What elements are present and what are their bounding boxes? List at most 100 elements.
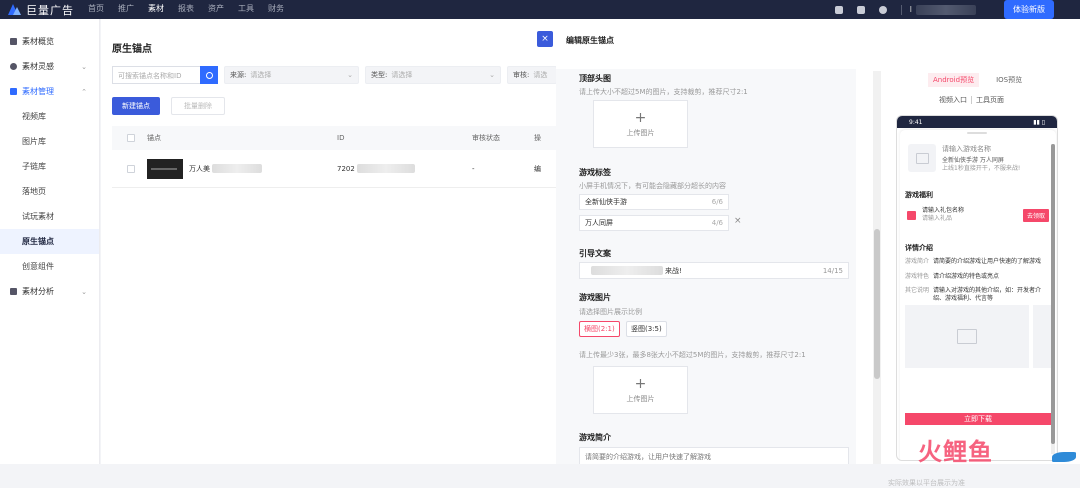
anchor-name[interactable]: 万人美	[189, 164, 210, 174]
top-image-upload[interactable]: + 上传图片	[593, 100, 688, 148]
sidebar-item-video-library[interactable]: 视频库	[0, 104, 99, 129]
filter-bar: 可搜索锚点名称和ID 来源: 请选择 ⌄ 类型: 请选择 ⌄ 审核: 请选	[112, 66, 557, 84]
nav-home[interactable]: 首页	[88, 0, 104, 21]
search-input[interactable]: 可搜索锚点名称和ID	[112, 66, 200, 84]
gift-name: 请输入礼包名称	[922, 207, 965, 214]
detail-key: 其它说明	[905, 287, 930, 294]
sidebar-item-label: 素材概览	[22, 37, 54, 46]
preview-tabs: Android预览 IOS预览	[928, 73, 1039, 87]
game-images-upload[interactable]: + 上传图片	[593, 366, 688, 414]
guide-text-input[interactable]: 来战! 14/15	[579, 262, 849, 279]
tab-android-preview[interactable]: Android预览	[928, 73, 980, 87]
brand-logo[interactable]: 巨量广告	[8, 2, 74, 18]
sidebar-item-label: 素材分析	[22, 287, 54, 296]
char-count: 6/6	[711, 198, 723, 206]
char-count: 14/15	[822, 266, 843, 275]
guide-text-title: 引导文案	[579, 249, 611, 258]
topbar-actions: I 体验新版	[834, 0, 1080, 19]
game-tags-hint: 小屏手机情况下，有可能会隐藏部分超长的内容	[579, 182, 726, 190]
sidebar-item-creative-component[interactable]: 创意组件	[0, 254, 99, 279]
table-header: 锚点 ID 审核状态 操	[112, 126, 556, 150]
edit-action[interactable]: 编	[534, 164, 554, 174]
select-label: 来源:	[230, 71, 247, 79]
batch-delete-button[interactable]: 批量删除	[171, 97, 225, 115]
sidebar: 素材概览 素材灵感 ⌄ 素材管理 ⌃ 视频库 图片库 子链库 落地页 试玩素材 …	[0, 19, 100, 464]
sidebar-item-native-anchor[interactable]: 原生锚点	[0, 229, 99, 254]
sidebar-item-landing-page[interactable]: 落地页	[0, 179, 99, 204]
sidebar-item-playable[interactable]: 试玩素材	[0, 204, 99, 229]
claim-gift-button[interactable]: 去领取	[1022, 208, 1049, 222]
scrollbar-thumb[interactable]	[874, 229, 880, 379]
tag-value: 万人同屏	[585, 219, 613, 227]
sidebar-item-overview[interactable]: 素材概览	[0, 29, 99, 54]
tag-input-2[interactable]: 万人同屏 4/6	[579, 215, 729, 231]
layers-icon	[10, 88, 17, 95]
detail-key: 游戏简介	[905, 258, 930, 265]
detail-key: 游戏特色	[905, 273, 930, 280]
download-button[interactable]: 立即下载	[905, 413, 1051, 425]
table-row[interactable]: 万人美 7202 - 编	[112, 150, 556, 188]
remove-tag-icon[interactable]: ×	[734, 216, 742, 226]
col-id: ID	[337, 134, 345, 142]
sidebar-item-inspiration[interactable]: 素材灵感 ⌄	[0, 54, 99, 79]
plus-icon: +	[634, 109, 647, 126]
sheet-scrollbar[interactable]	[1051, 144, 1055, 454]
user-account-name[interactable]	[916, 4, 976, 15]
user-initial[interactable]: I	[910, 5, 912, 14]
nav-promote[interactable]: 推广	[118, 0, 134, 21]
row-checkbox[interactable]	[127, 164, 135, 173]
nav-finance[interactable]: 财务	[268, 0, 284, 21]
ratio-portrait-option[interactable]: 竖图(3:5)	[626, 321, 667, 337]
type-select[interactable]: 类型: 请选择 ⌄	[365, 66, 501, 84]
drawer-title: 编辑原生锚点	[566, 36, 614, 45]
source-select[interactable]: 来源: 请选择 ⌄	[224, 66, 359, 84]
tag-value: 全新仙侠手游	[585, 198, 627, 206]
help-icon[interactable]	[878, 5, 887, 14]
form-scrollbar[interactable]	[873, 71, 881, 464]
select-placeholder: 请选择	[250, 71, 272, 79]
nav-reports[interactable]: 报表	[178, 0, 194, 21]
chevron-down-icon: ⌄	[81, 62, 87, 71]
nav-materials[interactable]: 素材	[148, 0, 164, 21]
tag-input-1[interactable]: 全新仙侠手游 6/6	[579, 194, 729, 210]
status-time: 9:41	[909, 118, 923, 126]
nav-assets[interactable]: 资产	[208, 0, 224, 21]
review-select[interactable]: 审核: 请选	[507, 66, 557, 84]
tool-page-link[interactable]: 工具页面	[976, 95, 1004, 105]
col-actions: 操	[534, 134, 541, 142]
image-placeholder-next	[1033, 305, 1051, 368]
sidebar-item-material-manage[interactable]: 素材管理 ⌃	[0, 79, 99, 104]
anchor-id-redacted	[356, 164, 415, 173]
anchor-sheet: 请输入游戏名称 全新仙侠手游 万人同屏 上线1秒直接开干，不服来战! 游戏福利 …	[900, 130, 1056, 460]
video-entry-link[interactable]: 视频入口	[939, 95, 967, 105]
ratio-landscape-option[interactable]: 横图(2:1)	[579, 321, 620, 337]
new-anchor-button[interactable]: 新建锚点	[112, 97, 160, 115]
game-images-title: 游戏图片	[579, 293, 611, 302]
phone-icon[interactable]	[856, 5, 865, 14]
try-new-version-button[interactable]: 体验新版	[1004, 0, 1054, 19]
logo-text: 巨量广告	[26, 3, 74, 17]
search-button[interactable]	[200, 66, 218, 84]
tab-ios-preview[interactable]: IOS预览	[991, 73, 1027, 87]
ratio-hint: 请选择图片展示比例	[579, 308, 642, 316]
anchor-name-redacted	[212, 164, 262, 173]
sheet-handle[interactable]	[967, 132, 987, 134]
detail-row: 游戏简介 请简要的介绍游戏让用户快速的了解游戏	[905, 258, 1051, 266]
sidebar-item-analysis[interactable]: 素材分析 ⌄	[0, 279, 99, 304]
gift-row: 请输入礼包名称 请输入礼品 去领取	[905, 206, 1049, 224]
images-upload-hint: 请上传最少3张，最多8张大小不超过5M的图片，支持裁剪，推荐尺寸2:1	[579, 351, 806, 359]
detail-value: 请简要的介绍游戏让用户快速的了解游戏	[933, 258, 1042, 265]
intro-textarea[interactable]: 请简要的介绍游戏，让用户快速了解游戏	[579, 447, 849, 464]
intro-title: 游戏简介	[579, 433, 611, 442]
select-label: 类型:	[371, 71, 388, 79]
close-drawer-button[interactable]: ×	[537, 31, 553, 47]
phone-status-bar: 9:41 ▮▮ ▯	[897, 116, 1057, 128]
sidebar-item-sublink-library[interactable]: 子链库	[0, 154, 99, 179]
anchor-table: 锚点 ID 审核状态 操 万人美 7202 - 编	[112, 126, 556, 188]
anchor-thumbnail	[147, 158, 183, 179]
bell-icon[interactable]	[834, 5, 843, 14]
select-all-checkbox[interactable]	[127, 134, 135, 142]
sidebar-item-image-library[interactable]: 图片库	[0, 129, 99, 154]
char-count: 4/6	[711, 219, 723, 227]
nav-tools[interactable]: 工具	[238, 0, 254, 21]
